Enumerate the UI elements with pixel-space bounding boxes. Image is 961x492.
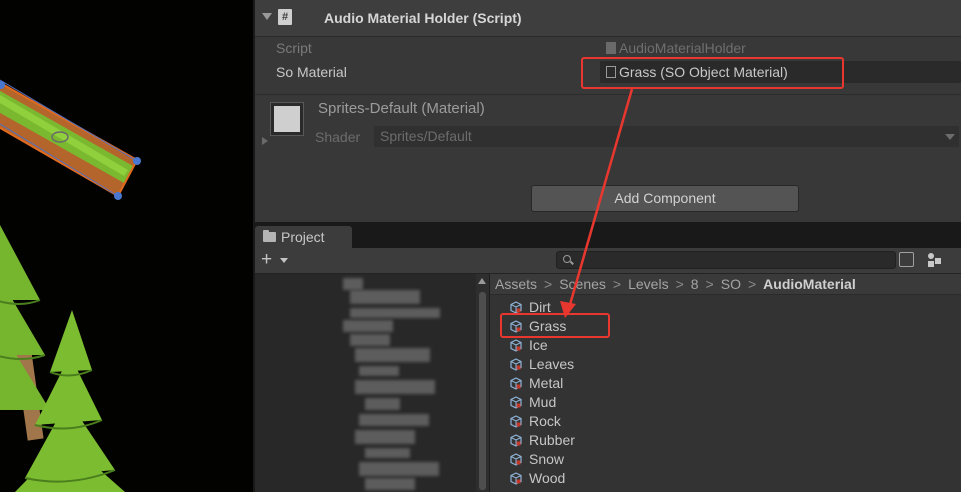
tab-project[interactable]: Project xyxy=(255,226,352,248)
material-section[interactable]: Sprites-Default (Material) Shader Sprite… xyxy=(255,94,961,175)
dropdown-arrow-icon xyxy=(945,134,955,140)
scroll-up-icon[interactable] xyxy=(478,278,486,284)
tree-scrollbar[interactable] xyxy=(476,274,489,492)
breadcrumb-item[interactable]: Assets xyxy=(495,276,537,292)
shader-value: Sprites/Default xyxy=(380,128,472,144)
material-preview xyxy=(270,102,304,136)
asset-name: Leaves xyxy=(529,356,575,372)
asset-name: Rubber xyxy=(529,432,575,448)
breadcrumb: Assets > Scenes > Levels >8 > SO > AudioMaterial xyxy=(490,274,961,295)
breadcrumb-item[interactable]: Levels xyxy=(628,276,668,292)
tree-sprite-back xyxy=(0,225,50,441)
folder-icon xyxy=(263,230,276,242)
breadcrumb-item[interactable]: 8 xyxy=(691,276,699,292)
component-header[interactable]: # Audio Material Holder (Script) xyxy=(255,0,961,37)
script-icon: # xyxy=(278,9,292,25)
chevron-down-icon[interactable] xyxy=(280,258,288,263)
project-panel: Project + Assets > Scenes > Levels > 8 >… xyxy=(255,222,961,492)
tab-project-label: Project xyxy=(281,229,325,245)
component-title: Audio Material Holder (Script) xyxy=(324,10,522,26)
asset-name: Wood xyxy=(529,470,566,486)
highlight-so-material-field xyxy=(581,57,844,89)
highlight-grass-asset xyxy=(500,313,610,338)
breadcrumb-separator-icon: > xyxy=(747,276,757,292)
bound-handle xyxy=(114,192,122,200)
scriptable-object-icon xyxy=(510,339,522,352)
add-component-button[interactable]: Add Component xyxy=(531,185,799,212)
breadcrumb-current[interactable]: AudioMaterial xyxy=(763,276,856,292)
scriptable-object-icon xyxy=(510,377,522,390)
script-value: AudioMaterialHolder xyxy=(619,40,746,56)
script-field: AudioMaterialHolder xyxy=(600,37,961,59)
asset-list-pane[interactable]: Assets > Scenes > Levels >8 > SO > AudioMaterial … xyxy=(490,274,961,492)
script-label: Script xyxy=(276,40,312,56)
material-name: Sprites-Default (Material) xyxy=(318,100,485,117)
scriptable-object-icon xyxy=(510,415,522,428)
project-tabbar: Project xyxy=(255,222,961,248)
folder-tree[interactable] xyxy=(255,274,489,492)
material-fold-icon[interactable] xyxy=(262,137,268,145)
scriptable-object-icon xyxy=(510,434,522,447)
breadcrumb-separator-icon: > xyxy=(544,276,553,292)
shader-dropdown[interactable]: Sprites/Default xyxy=(374,126,959,147)
search-icon xyxy=(563,255,571,263)
project-toolbar: + xyxy=(255,248,961,274)
asset-name: Snow xyxy=(529,451,565,467)
breadcrumb-item[interactable]: Scenes xyxy=(559,276,606,292)
breadcrumb-separator-icon: > xyxy=(675,276,684,292)
scriptable-object-icon xyxy=(510,396,522,409)
scriptable-object-icon xyxy=(510,453,522,466)
scriptable-object-icon xyxy=(510,472,522,485)
breadcrumb-item[interactable]: SO xyxy=(721,276,741,292)
search-by-label-icon[interactable] xyxy=(927,252,942,267)
search-input[interactable] xyxy=(556,251,896,269)
script-file-icon xyxy=(606,42,616,54)
create-button[interactable]: + xyxy=(261,249,272,271)
breadcrumb-separator-icon: > xyxy=(612,276,622,292)
scene-canvas[interactable] xyxy=(0,0,253,492)
fold-arrow-icon[interactable] xyxy=(262,13,272,20)
asset-name: Mud xyxy=(529,394,557,410)
search-by-type-icon[interactable] xyxy=(899,252,914,267)
asset-name: Ice xyxy=(529,337,548,353)
asset-name: Metal xyxy=(529,375,564,391)
so-material-label: So Material xyxy=(276,64,347,80)
bound-handle xyxy=(133,157,141,165)
scriptable-object-icon xyxy=(510,358,522,371)
inspector-panel: # Audio Material Holder (Script) Script … xyxy=(255,0,961,222)
shader-label: Shader xyxy=(315,129,361,145)
scene-view[interactable] xyxy=(0,0,253,492)
breadcrumb-separator-icon: > xyxy=(705,276,714,292)
asset-name: Rock xyxy=(529,413,561,429)
grass-platform-sprite[interactable] xyxy=(0,79,139,198)
scroll-thumb[interactable] xyxy=(479,292,486,490)
